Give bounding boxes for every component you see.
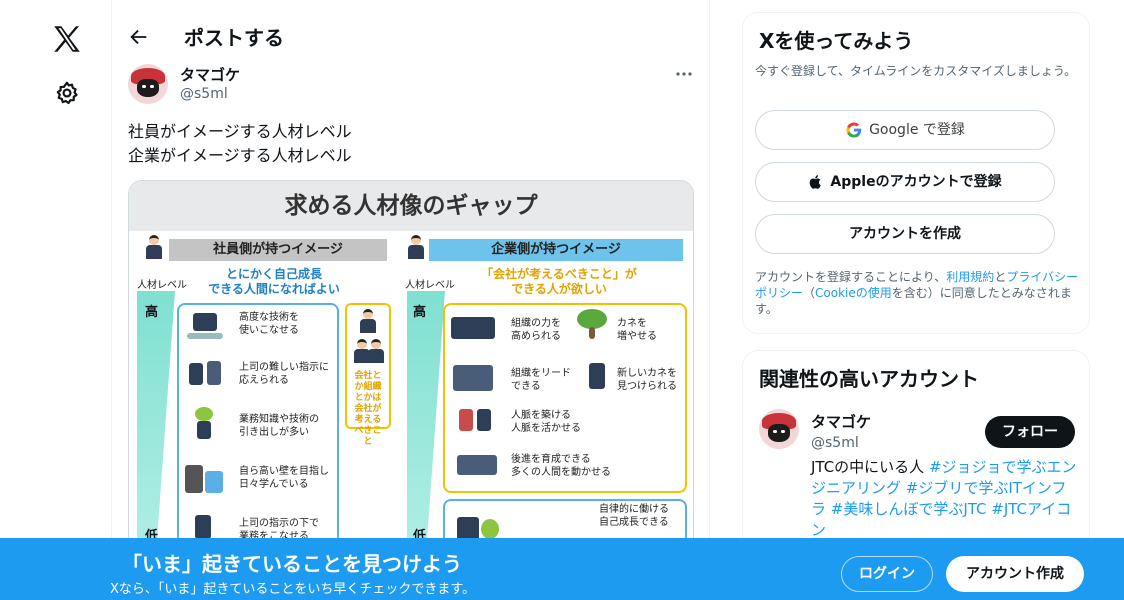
left-subtitle: とにかく自己成長 できる人間になればよい: [189, 267, 359, 297]
main-column: ポストする タマゴケ @s5ml 社員がイメージする人材レベル 企業がイメージす…: [112, 0, 710, 600]
cookie-open: （: [803, 286, 816, 300]
left-item-3: 業務知識や技術の 引き出しが多い: [239, 414, 319, 438]
illustration: [457, 447, 501, 479]
right-item-7: 自律的に働ける 自己成長できる: [599, 504, 669, 528]
gear-icon[interactable]: [54, 80, 80, 106]
follow-button[interactable]: フォロー: [985, 416, 1075, 448]
signup-card: Xを使ってみよう 今すぐ登録して、タイムラインをカスタマイズしましょう。 Goo…: [742, 12, 1090, 334]
illustration: [183, 311, 227, 343]
right-item-5: 人脈を築ける 人脈を活かせる: [511, 410, 581, 434]
right-subtitle: 「会社が考えるべきこと」が できる人が欲しい: [459, 267, 659, 297]
illustration: [183, 407, 227, 439]
person-icon: [365, 339, 387, 365]
illustration: [571, 309, 615, 341]
apple-icon: [810, 175, 822, 189]
related-account-name[interactable]: タマゴケ: [811, 411, 871, 432]
infographic-title: 求める人材像のギャップ: [129, 181, 693, 231]
illustration: [183, 463, 227, 495]
illustration: [451, 361, 495, 393]
page-title: ポストする: [184, 26, 284, 50]
bottom-signup-banner: 「いま」起きていることを見つけよう Xなら、「いま」起きていることをいち早くチェ…: [0, 538, 1124, 600]
post-text-line: 社員がイメージする人材レベル: [128, 122, 352, 141]
level-high: 高: [145, 305, 159, 320]
apple-signup-label: Appleのアカウントで登録: [830, 174, 1002, 190]
related-title: 関連性の高いアカウント: [759, 367, 979, 391]
left-item-2: 上司の難しい指示に 応えられる: [239, 362, 329, 386]
post-image[interactable]: 求める人材像のギャップ 社員側が持つイメージ 企業側が持つイメージ 人材レベル …: [128, 180, 694, 580]
left-item-1: 高度な技術を 使いこなせる: [239, 312, 299, 336]
create-account-button[interactable]: アカウントを作成: [755, 214, 1055, 254]
banner-title: 「いま」起きていることを見つけよう: [122, 552, 462, 576]
related-accounts-card: 関連性の高いアカウント タマゴケ @s5ml フォロー JTCの中にいる人 #ジ…: [742, 350, 1090, 550]
avatar[interactable]: [759, 409, 799, 449]
banner-subtitle: Xなら、「いま」起きていることをいち早くチェックできます。: [110, 582, 476, 597]
arrow-left-icon[interactable]: [128, 26, 150, 48]
person-icon: [357, 309, 379, 335]
right-item-1: 組織の力を 高められる: [511, 318, 561, 342]
signup-card-title: Xを使ってみよう: [759, 29, 914, 53]
left-nav: [0, 0, 112, 600]
person-icon: [143, 235, 165, 261]
right-item-4: 新しいカネを 見つけられる: [617, 368, 677, 392]
cookie-link[interactable]: Cookieの使用: [815, 286, 892, 300]
author-name[interactable]: タマゴケ: [180, 64, 240, 85]
google-signup-button[interactable]: Google で登録: [755, 110, 1055, 150]
illustration: [457, 403, 501, 435]
terms-and: と: [994, 270, 1007, 284]
google-icon: [846, 122, 862, 138]
x-logo-icon[interactable]: [50, 22, 84, 56]
right-item-6: 後進を育成できる 多くの人間を動かせる: [511, 454, 611, 478]
level-label: 人材レベル: [137, 280, 187, 291]
post-text-line: 企業がイメージする人材レベル: [128, 146, 352, 165]
right-item-3: 組織をリード できる: [511, 368, 571, 392]
author-handle[interactable]: @s5ml: [180, 86, 228, 102]
level-label: 人材レベル: [405, 280, 455, 291]
app-root: ポストする タマゴケ @s5ml 社員がイメージする人材レベル 企業がイメージす…: [0, 0, 1124, 600]
left-subtitle-line: できる人間になればよい: [208, 282, 340, 296]
yellow-note: 会社とか組織とかは会社が考えるべきこと: [354, 371, 382, 447]
terms-prefix: アカウントを登録することにより、: [755, 270, 947, 284]
related-account-handle[interactable]: @s5ml: [811, 435, 859, 451]
left-panel-header: 社員側が持つイメージ: [169, 239, 387, 261]
post-text: 社員がイメージする人材レベル 企業がイメージする人材レベル: [128, 120, 352, 168]
right-panel-header: 企業側が持つイメージ: [429, 239, 683, 261]
right-subtitle-line: できる人が欲しい: [511, 282, 607, 296]
illustration: [451, 311, 495, 343]
left-subtitle-line: とにかく自己成長: [225, 267, 322, 281]
related-account-bio: JTCの中にいる人 #ジョジョで学ぶエンジニアリング #ジブリで学ぶITインフラ…: [811, 457, 1079, 541]
left-item-4: 自ら高い壁を目指し 日々学んでいる: [239, 466, 329, 490]
right-subtitle-line: 「会社が考えるべきこと」が: [481, 267, 637, 281]
right-item-2: カネを 増やせる: [617, 318, 657, 342]
terms-text: アカウントを登録することにより、利用規約とプライバシーポリシー（Cookieの使…: [755, 269, 1085, 317]
bio-text: JTCの中にいる人: [811, 458, 929, 476]
person-icon: [405, 235, 427, 261]
signup-button[interactable]: アカウント作成: [946, 556, 1084, 592]
signup-card-subtitle: 今すぐ登録して、タイムラインをカスタマイズしましょう。: [755, 64, 1077, 78]
illustration: [183, 357, 227, 389]
more-horizontal-icon[interactable]: [674, 66, 694, 82]
terms-link[interactable]: 利用規約: [946, 270, 994, 284]
level-high: 高: [413, 305, 427, 320]
apple-signup-button[interactable]: Appleのアカウントで登録: [755, 162, 1055, 202]
avatar[interactable]: [128, 64, 168, 104]
illustration: [575, 361, 619, 393]
login-button[interactable]: ログイン: [841, 556, 933, 592]
google-signup-label: Google で登録: [869, 122, 965, 138]
